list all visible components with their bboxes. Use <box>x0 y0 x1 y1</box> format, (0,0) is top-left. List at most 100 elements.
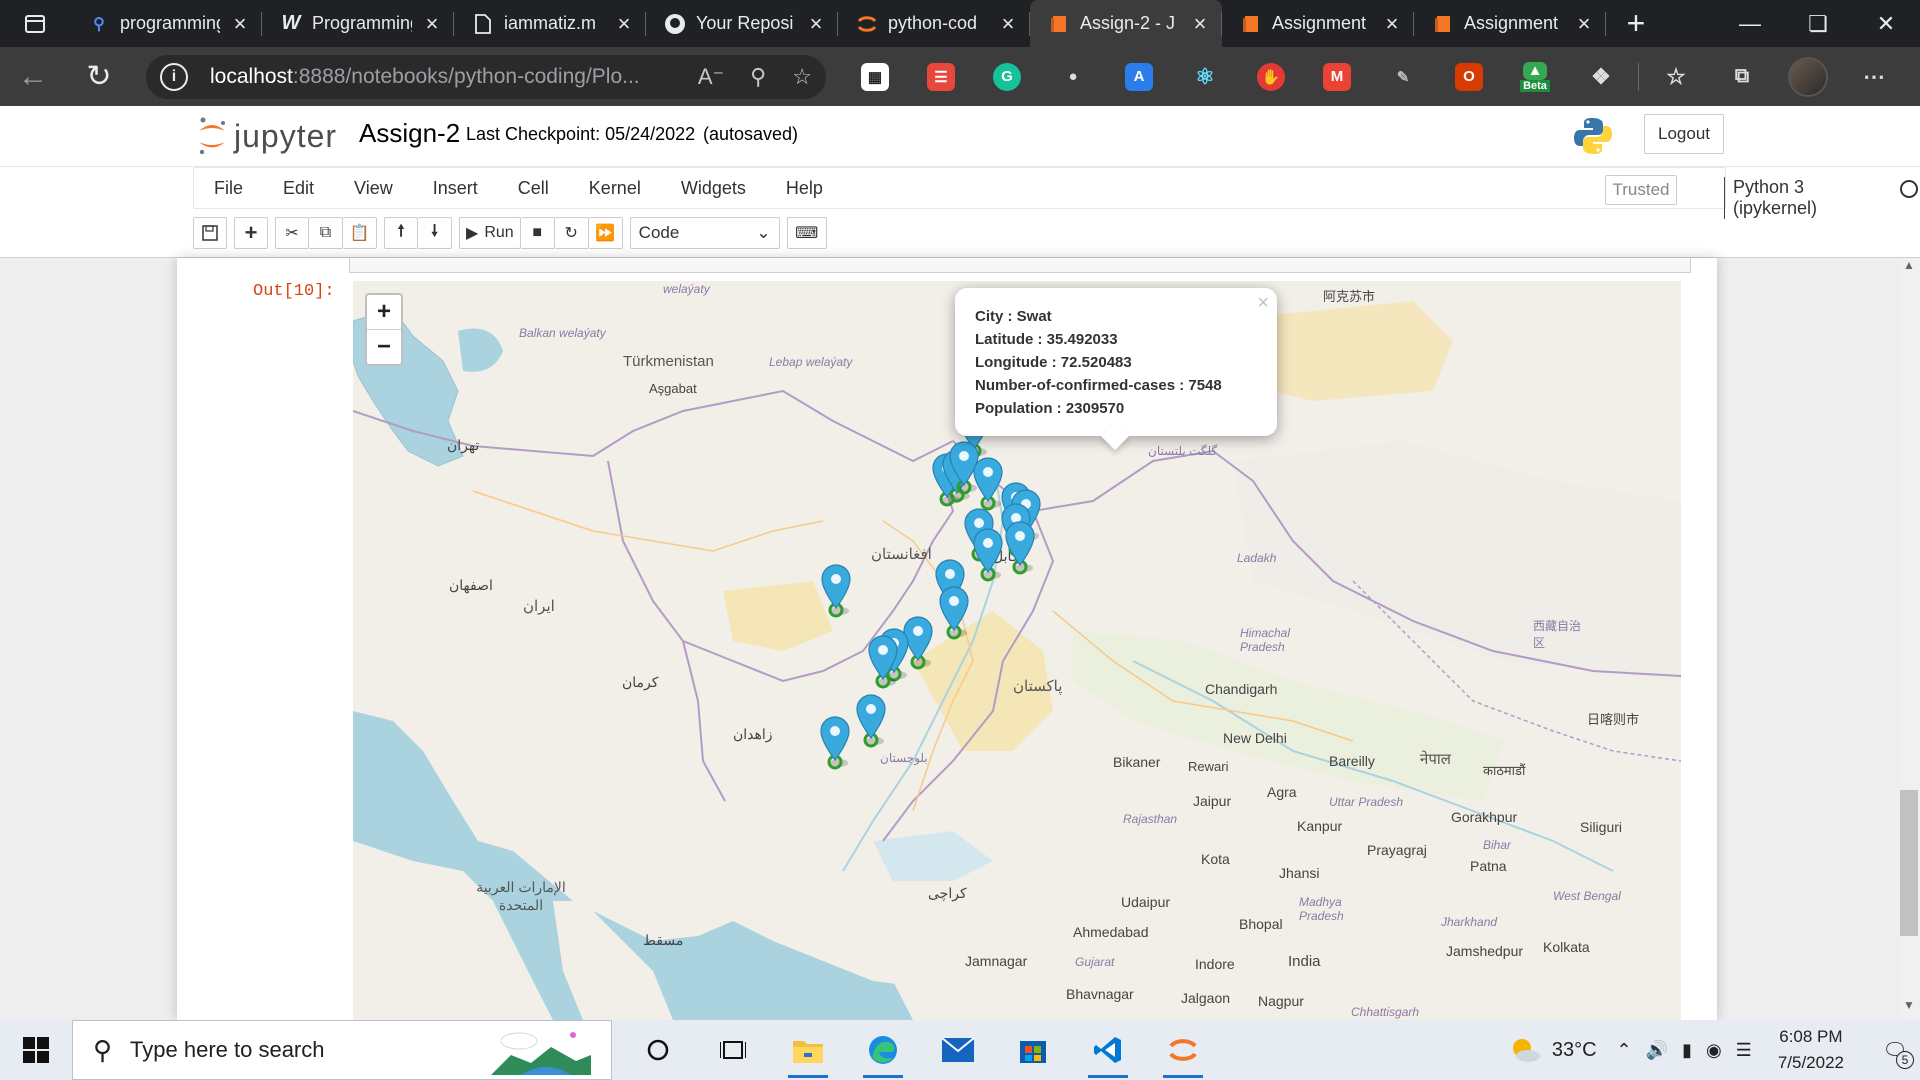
interrupt-button[interactable]: ■ <box>520 217 555 249</box>
chevron-up-icon[interactable]: ⌃ <box>1617 1040 1632 1061</box>
jupyter-logo[interactable]: jupyter <box>196 116 337 156</box>
file-explorer-icon[interactable] <box>770 1020 845 1080</box>
insert-cell-button[interactable]: + <box>234 217 268 249</box>
reload-icon[interactable]: ↻ <box>66 59 132 94</box>
restore-icon[interactable]: ❏ <box>1784 11 1852 37</box>
kernel-name[interactable]: Python 3 (ipykernel) <box>1724 177 1817 219</box>
menu-insert[interactable]: Insert <box>413 178 498 199</box>
add-favorite-icon[interactable]: ☆ <box>792 64 812 90</box>
map-marker[interactable] <box>854 692 888 748</box>
close-icon[interactable]: × <box>422 11 442 37</box>
jupyter-app-icon[interactable] <box>1145 1020 1220 1080</box>
beta-extension-icon[interactable]: ▲ Beta <box>1502 61 1568 92</box>
translate-icon[interactable]: A <box>1106 62 1172 91</box>
more-options-icon[interactable]: ⋯ <box>1841 63 1907 91</box>
wifi-icon[interactable]: ☰ <box>1736 1040 1752 1061</box>
menu-help[interactable]: Help <box>766 178 843 199</box>
tab-6[interactable]: Assignment × <box>1222 0 1414 47</box>
cortana-icon[interactable] <box>620 1020 695 1080</box>
move-up-button[interactable]: 🠕 <box>384 217 418 249</box>
zoom-in-button[interactable]: + <box>367 295 401 329</box>
folium-map[interactable]: Türkmenistan Aşgabat Balkan welaýaty Leb… <box>353 281 1681 1020</box>
tab-7[interactable]: Assignment × <box>1414 0 1606 47</box>
grammarly-icon[interactable]: G <box>974 62 1040 91</box>
close-icon[interactable]: × <box>1382 11 1402 37</box>
puzzle-icon[interactable]: ❖ <box>1568 63 1634 91</box>
tab-1[interactable]: W Programming × <box>262 0 454 47</box>
map-marker[interactable] <box>818 714 852 770</box>
menu-widgets[interactable]: Widgets <box>661 178 766 199</box>
mail-icon[interactable] <box>920 1020 995 1080</box>
weather-widget[interactable]: 33°C <box>1508 1036 1597 1064</box>
paste-button[interactable]: 📋 <box>343 217 377 249</box>
run-button[interactable]: ▶ Run <box>459 217 521 249</box>
save-button[interactable] <box>193 217 227 249</box>
scroll-down-icon[interactable]: ▼ <box>1898 998 1920 1020</box>
back-arrow-icon[interactable]: ← <box>0 60 66 94</box>
scrollbar-thumb[interactable] <box>1900 790 1918 936</box>
restart-button[interactable]: ↻ <box>554 217 589 249</box>
close-icon[interactable]: × <box>614 11 634 37</box>
pen-icon[interactable]: ✎ <box>1370 63 1436 91</box>
tab-3[interactable]: Your Reposi × <box>646 0 838 47</box>
taskbar-clock[interactable]: 6:08 PM 7/5/2022 <box>1778 1024 1844 1076</box>
stop-hand-icon[interactable]: ✋ <box>1238 62 1304 91</box>
menu-file[interactable]: File <box>194 178 263 199</box>
close-window-icon[interactable]: ✕ <box>1852 11 1920 37</box>
start-button[interactable] <box>0 1037 72 1063</box>
gmail-icon[interactable]: M <box>1304 62 1370 91</box>
restart-run-all-button[interactable]: ⏩ <box>588 217 623 249</box>
notification-center-button[interactable]: 🗨 5 <box>1870 1038 1920 1069</box>
task-view-icon[interactable] <box>695 1020 770 1080</box>
url-field[interactable]: i localhost :8888/notebooks/python-codin… <box>146 54 826 99</box>
tab-actions-button[interactable] <box>0 0 70 47</box>
cell-type-select[interactable]: Code ⌄ <box>629 217 780 249</box>
info-icon[interactable]: i <box>160 62 188 91</box>
vscode-icon[interactable] <box>1070 1020 1145 1080</box>
map-marker[interactable] <box>971 526 1005 582</box>
tab-4[interactable]: python-cod × <box>838 0 1030 47</box>
copy-button[interactable]: ⧉ <box>309 217 343 249</box>
meet-icon[interactable]: ◉ <box>1706 1040 1722 1061</box>
battery-icon[interactable]: ▮ <box>1682 1040 1692 1061</box>
menu-view[interactable]: View <box>334 178 413 199</box>
scroll-up-icon[interactable]: ▲ <box>1898 258 1920 280</box>
collections-icon[interactable]: ⧉ <box>1709 63 1775 91</box>
menu-edit[interactable]: Edit <box>263 178 334 199</box>
office-icon[interactable]: O <box>1436 62 1502 91</box>
cut-button[interactable]: ✂ <box>275 217 309 249</box>
zoom-out-button[interactable]: − <box>367 329 401 364</box>
tab-0[interactable]: ⚲ programming × <box>70 0 262 47</box>
map-marker[interactable] <box>866 633 900 689</box>
search-extension-icon[interactable]: ● <box>1040 63 1106 91</box>
zoom-icon[interactable]: ⚲ <box>750 64 766 90</box>
menu-kernel[interactable]: Kernel <box>569 178 661 199</box>
microsoft-store-icon[interactable] <box>995 1020 1070 1080</box>
close-icon[interactable]: × <box>1190 11 1210 37</box>
close-icon[interactable]: × <box>1574 11 1594 37</box>
close-icon[interactable]: × <box>998 11 1018 37</box>
read-aloud-icon[interactable]: A⁻ <box>698 64 724 90</box>
minimize-icon[interactable]: — <box>1716 11 1784 37</box>
edge-browser-icon[interactable] <box>845 1020 920 1080</box>
avatar[interactable] <box>1775 56 1841 97</box>
extension-stack-icon[interactable]: ☰ <box>908 62 974 91</box>
close-icon[interactable]: × <box>806 11 826 37</box>
map-marker[interactable] <box>1003 519 1037 575</box>
tab-2[interactable]: iammatiz.m × <box>454 0 646 47</box>
map-marker[interactable] <box>937 584 971 640</box>
favorites-icon[interactable]: ☆ <box>1643 63 1709 91</box>
qr-code-icon[interactable]: ▦ <box>842 62 908 91</box>
new-tab-button[interactable]: + <box>1606 5 1666 42</box>
command-palette-button[interactable]: ⌨ <box>786 217 827 249</box>
taskbar-search[interactable]: ⚲ Type here to search <box>72 1020 612 1080</box>
volume-icon[interactable]: 🔊 <box>1646 1040 1668 1061</box>
menu-cell[interactable]: Cell <box>498 178 569 199</box>
move-down-button[interactable]: 🠗 <box>418 217 452 249</box>
popup-close-button[interactable]: × <box>1257 292 1269 315</box>
react-devtools-icon[interactable]: ⚛ <box>1172 63 1238 91</box>
notebook-name[interactable]: Assign-2 <box>359 118 460 149</box>
tab-5[interactable]: Assign-2 - J × <box>1030 0 1222 47</box>
logout-button[interactable]: Logout <box>1644 114 1724 154</box>
close-icon[interactable]: × <box>230 11 250 37</box>
